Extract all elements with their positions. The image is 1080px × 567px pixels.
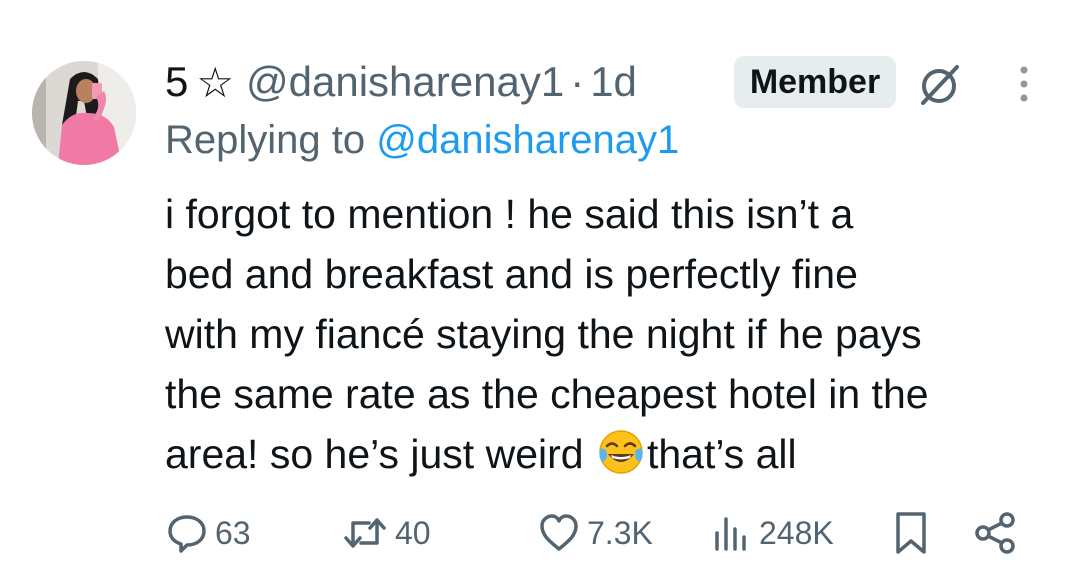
timestamp[interactable]: 1d bbox=[590, 58, 637, 106]
replying-handle-link[interactable]: @danisharenay1 bbox=[376, 118, 679, 162]
tweet-text-after-emoji: that’s all bbox=[646, 431, 797, 477]
like-button[interactable]: 7.3K bbox=[537, 505, 653, 561]
action-bar: 63 40 7.3K 248K bbox=[165, 505, 1045, 561]
bookmark-button[interactable] bbox=[889, 505, 933, 561]
views-icon bbox=[715, 517, 746, 551]
views-button[interactable]: 248K bbox=[709, 505, 834, 561]
star-icon: ☆ bbox=[196, 58, 235, 106]
member-badge[interactable]: Member bbox=[734, 56, 896, 108]
reply-count: 63 bbox=[215, 514, 251, 551]
tweet-line: bed and breakfast and is perfectly fine bbox=[165, 251, 858, 297]
heart-icon bbox=[540, 514, 578, 551]
tweet-line: with my fiancé staying the night if he p… bbox=[165, 311, 922, 357]
grok-icon[interactable] bbox=[915, 63, 963, 107]
views-count: 248K bbox=[759, 514, 834, 551]
tweet-text: i forgot to mention ! he said this isn’t… bbox=[165, 184, 1055, 484]
tweet-line: i forgot to mention ! he said this isn’t… bbox=[165, 191, 854, 237]
replying-to: Replying to @danisharenay1 bbox=[165, 118, 679, 163]
tweet-header: 5 ☆ @danisharenay1 · 1d bbox=[165, 54, 637, 110]
tweet-line: the same rate as the cheapest hotel in t… bbox=[165, 371, 929, 417]
tweet-text-before-emoji: area! so he’s just weird bbox=[165, 431, 595, 477]
reply-icon bbox=[168, 515, 206, 553]
author-handle[interactable]: @danisharenay1 bbox=[246, 58, 564, 106]
separator-dot: · bbox=[570, 58, 585, 105]
repost-count: 40 bbox=[395, 514, 431, 551]
like-count: 7.3K bbox=[587, 514, 653, 551]
avatar[interactable] bbox=[32, 61, 136, 165]
avatar-image bbox=[32, 61, 136, 165]
share-icon bbox=[975, 512, 1015, 554]
rank-number: 5 bbox=[165, 58, 189, 105]
repost-button[interactable]: 40 bbox=[341, 505, 431, 561]
share-button[interactable] bbox=[971, 505, 1019, 561]
face-with-tears-of-joy-icon bbox=[599, 430, 643, 474]
reply-button[interactable]: 63 bbox=[165, 505, 251, 561]
bookmark-icon bbox=[896, 512, 926, 554]
repost-icon bbox=[344, 518, 386, 548]
more-vertical-icon[interactable] bbox=[1014, 64, 1034, 104]
replying-prefix: Replying to bbox=[165, 118, 366, 162]
tweet-line-last: area! so he’s just weird that’s all bbox=[165, 424, 1055, 484]
